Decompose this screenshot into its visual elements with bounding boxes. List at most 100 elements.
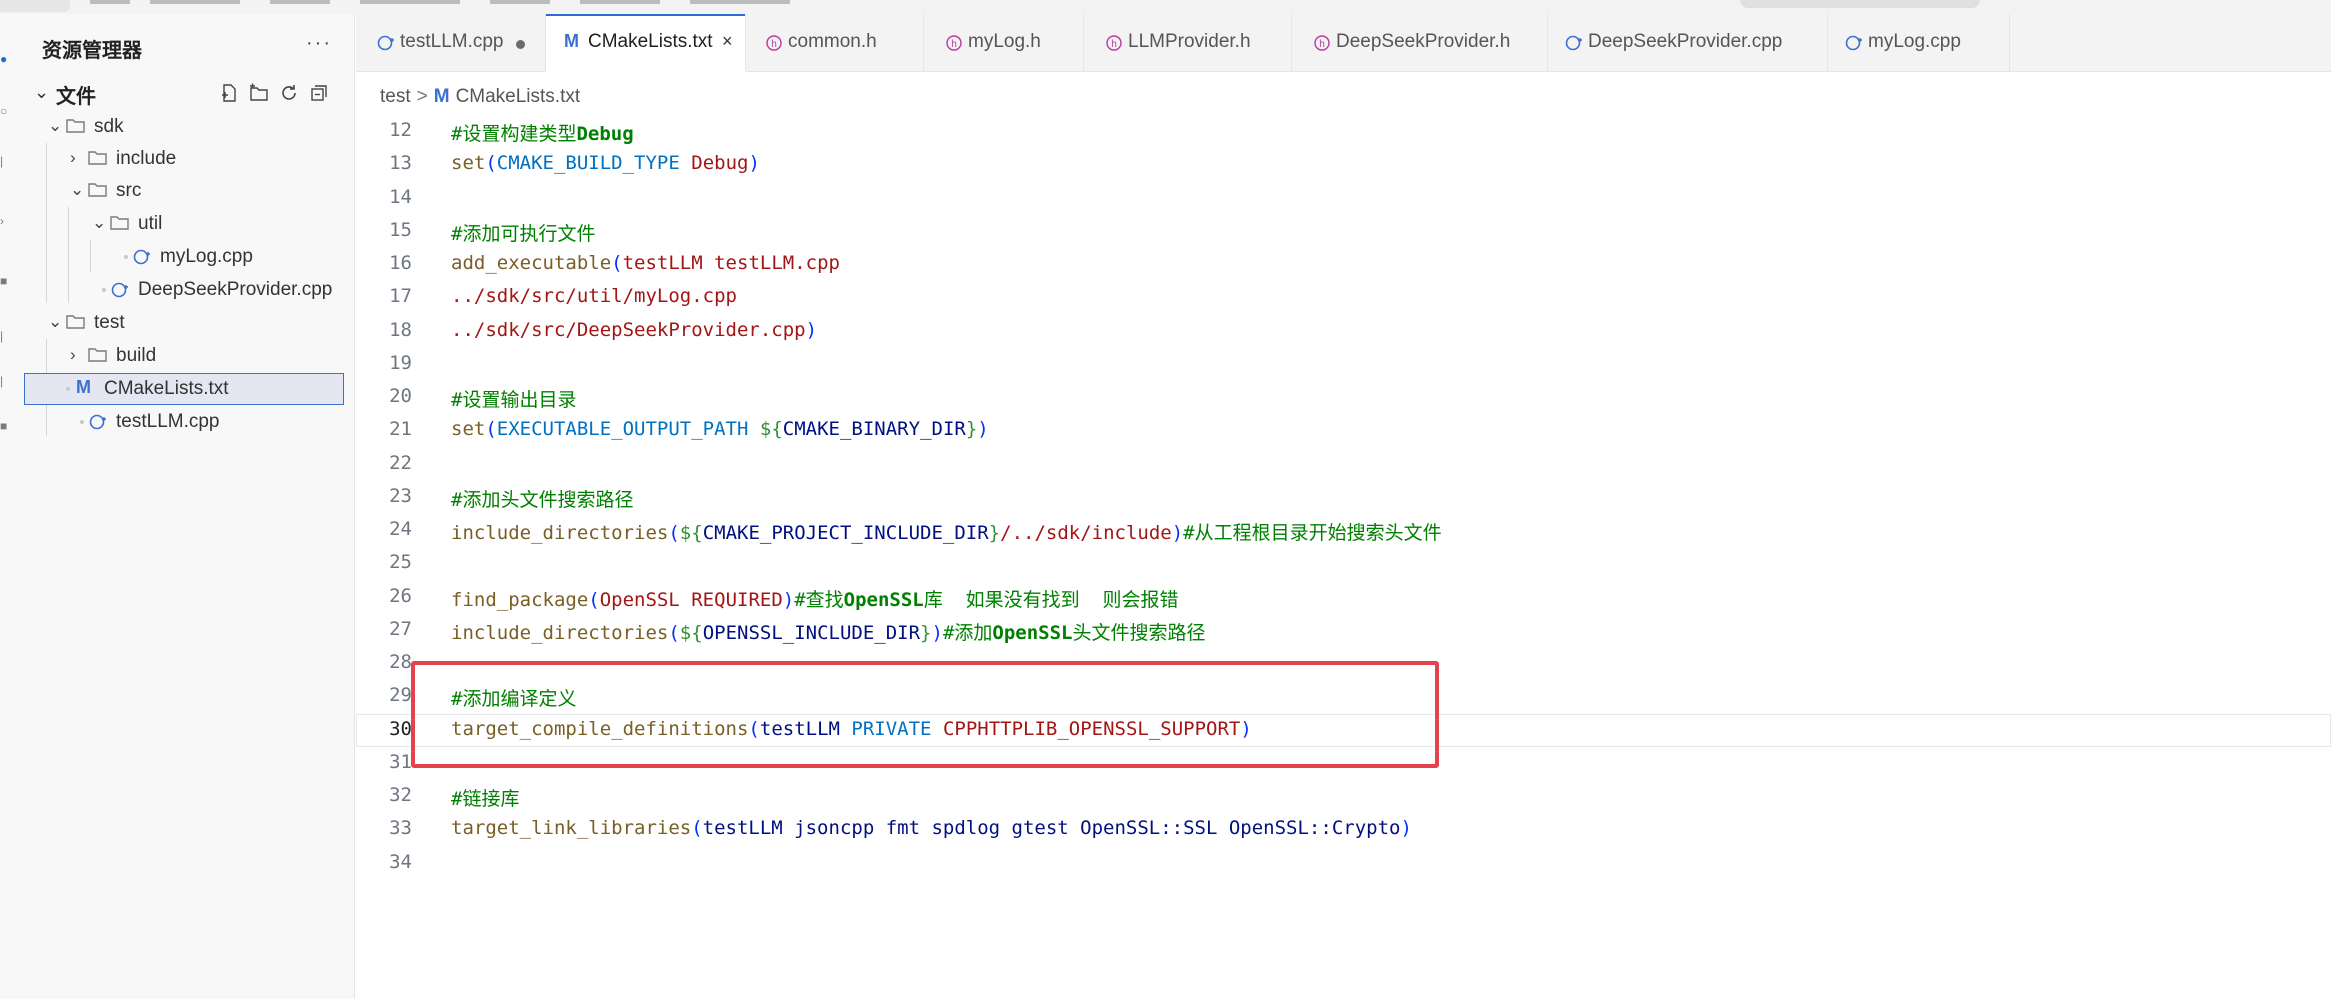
code-line[interactable]: 32 #链接库 (356, 780, 2331, 813)
code-line[interactable]: 16 add_executable(testLLM testLLM.cpp (356, 248, 2331, 281)
search-icon[interactable]: ○ (0, 104, 8, 118)
line-number: 12 (389, 119, 412, 141)
panel-icon[interactable]: ■ (0, 419, 8, 433)
tree-item-deepseekprovider-cpp[interactable]: DeepSeekProvider.cpp (22, 274, 355, 306)
code-line[interactable]: 15 #添加可执行文件 (356, 215, 2331, 248)
tree-item-label: testLLM.cpp (116, 411, 220, 432)
extensions-icon[interactable]: ■ (0, 274, 8, 288)
code-line[interactable]: 34 (356, 847, 2331, 880)
tab-cmakelists-txt[interactable]: M CMakeLists.txt × (546, 14, 746, 72)
cpp-file-icon (1564, 33, 1584, 53)
tree-item-label: src (116, 180, 142, 201)
line-number: 30 (389, 717, 412, 740)
code-token: EXECUTABLE_OUTPUT_PATH (496, 418, 749, 441)
tab-mylog-h[interactable]: h myLog.h (924, 14, 1084, 72)
source-control-icon[interactable]: | (0, 154, 8, 168)
more-actions-icon[interactable]: ··· (306, 32, 332, 55)
breadcrumb-file[interactable]: CMakeLists.txt (456, 86, 581, 107)
code-text: include_directories(${OPENSSL_INCLUDE_DI… (451, 618, 1205, 645)
tab-label: myLog.h (968, 31, 1041, 52)
code-token: ) (931, 621, 943, 644)
code-token: CMAKE_BUILD_TYPE (496, 152, 680, 175)
explorer-title: 资源管理器 (42, 40, 142, 62)
tree-item-src[interactable]: ⌄ src (22, 175, 355, 207)
tree-item-label: test (94, 312, 125, 333)
line-number: 33 (389, 817, 412, 840)
code-line[interactable]: 29 #添加编译定义 (356, 680, 2331, 713)
code-editor[interactable]: 12 #设置构建类型Debug 13 set(CMAKE_BUILD_TYPE Deb… (356, 115, 2331, 999)
code-line[interactable]: 33 target_link_libraries(testLLM jsoncpp … (356, 813, 2331, 846)
tab-testllm-cpp[interactable]: testLLM.cpp (356, 14, 546, 72)
unsaved-dot-icon (516, 40, 525, 49)
new-folder-icon[interactable] (248, 82, 270, 104)
cpp-file-icon (376, 33, 396, 53)
tab-mylog-cpp[interactable]: myLog.cpp (1828, 14, 2010, 72)
code-line[interactable]: 17 ../sdk/src/util/myLog.cpp (356, 281, 2331, 314)
tree-item-mylog-cpp[interactable]: myLog.cpp (22, 241, 355, 273)
code-token: } (988, 522, 1001, 544)
tree-item-util[interactable]: ⌄ util (22, 208, 355, 240)
code-line[interactable]: 27 include_directories(${OPENSSL_INCLUDE_… (356, 614, 2331, 647)
code-line[interactable]: 18 ../sdk/src/DeepSeekProvider.cpp) (356, 315, 2331, 348)
menu-fragment (270, 0, 330, 4)
code-line[interactable]: 19 (356, 348, 2331, 381)
tab-deepseekprovider-h[interactable]: h DeepSeekProvider.h (1292, 14, 1548, 72)
code-line[interactable]: 20 #设置输出目录 (356, 381, 2331, 414)
tab-llmprovider-h[interactable]: h LLMProvider.h (1084, 14, 1292, 72)
code-line[interactable]: 28 (356, 647, 2331, 680)
tree-item-testllm-cpp[interactable]: testLLM.cpp (22, 406, 355, 438)
code-line[interactable]: 14 (356, 182, 2331, 215)
code-token: ) (977, 418, 989, 441)
svg-text:h: h (1111, 39, 1117, 50)
code-line[interactable]: 25 (356, 547, 2331, 580)
tree-item-cmakelists-txt[interactable]: M CMakeLists.txt (24, 373, 344, 405)
tree-item-test[interactable]: ⌄ test (22, 307, 355, 339)
explorer-icon[interactable]: ● (0, 52, 8, 66)
title-bar (0, 0, 2331, 14)
code-token: } (965, 418, 978, 441)
collapse-all-icon[interactable] (308, 82, 330, 104)
menu-fragment (580, 0, 660, 4)
tab-label: myLog.cpp (1868, 31, 1961, 52)
cmake-file-icon: M (76, 377, 91, 397)
cpp-file-icon (132, 247, 152, 267)
menu-fragment (690, 0, 790, 4)
code-line[interactable]: 13 set(CMAKE_BUILD_TYPE Debug) (356, 148, 2331, 181)
tree-item-include[interactable]: › include (22, 143, 355, 175)
code-token: #从工程根目录开始搜索头文件 (1183, 522, 1442, 544)
command-center[interactable] (1740, 0, 1980, 8)
cmake-file-icon: M (433, 86, 450, 107)
code-line[interactable]: 31 (356, 747, 2331, 780)
tab-label: DeepSeekProvider.cpp (1588, 31, 1783, 52)
new-file-icon[interactable] (218, 82, 240, 104)
code-text: add_executable(testLLM testLLM.cpp (451, 252, 840, 274)
tree-item-sdk[interactable]: ⌄ sdk (22, 111, 355, 143)
menu-area[interactable] (0, 0, 70, 12)
code-token: include_directories (451, 621, 669, 644)
chevron-right-icon: › (70, 148, 76, 167)
header-file-icon: h (944, 33, 964, 53)
code-line[interactable]: 21 set(EXECUTABLE_OUTPUT_PATH ${CMAKE_BIN… (356, 414, 2331, 447)
code-line[interactable]: 30 target_compile_definitions(testLLM PRI… (356, 714, 2331, 747)
line-number: 15 (389, 218, 412, 241)
chevron-down-icon: ⌄ (34, 82, 50, 102)
code-line[interactable]: 12 #设置构建类型Debug (356, 115, 2331, 148)
run-debug-icon[interactable]: › (0, 214, 8, 228)
refresh-icon[interactable] (278, 82, 300, 104)
code-token: 库 如果没有找到 则会报错 (923, 588, 1179, 611)
code-line[interactable]: 23 #添加头文件搜索路径 (356, 481, 2331, 514)
code-line[interactable]: 22 (356, 448, 2331, 481)
tab-deepseekprovider-cpp[interactable]: DeepSeekProvider.cpp (1548, 14, 1828, 72)
breadcrumb-folder[interactable]: test (380, 86, 411, 107)
code-token: ( (485, 418, 497, 441)
remote-icon[interactable]: | (0, 374, 8, 388)
tab-common-h[interactable]: h common.h (746, 14, 924, 72)
code-token: target_compile_definitions (451, 717, 749, 740)
code-line[interactable]: 24 include_directories(${CMAKE_PROJECT_IN… (356, 514, 2331, 547)
code-token: OpenSSL (843, 588, 924, 611)
tree-item-build[interactable]: › build (22, 340, 355, 372)
testing-icon[interactable]: | (0, 329, 8, 343)
close-icon[interactable]: × (722, 31, 733, 52)
code-text: include_directories(${CMAKE_PROJECT_INCL… (451, 518, 1442, 545)
code-line[interactable]: 26 find_package(OpenSSL REQUIRED)#查找OpenS… (356, 581, 2331, 614)
